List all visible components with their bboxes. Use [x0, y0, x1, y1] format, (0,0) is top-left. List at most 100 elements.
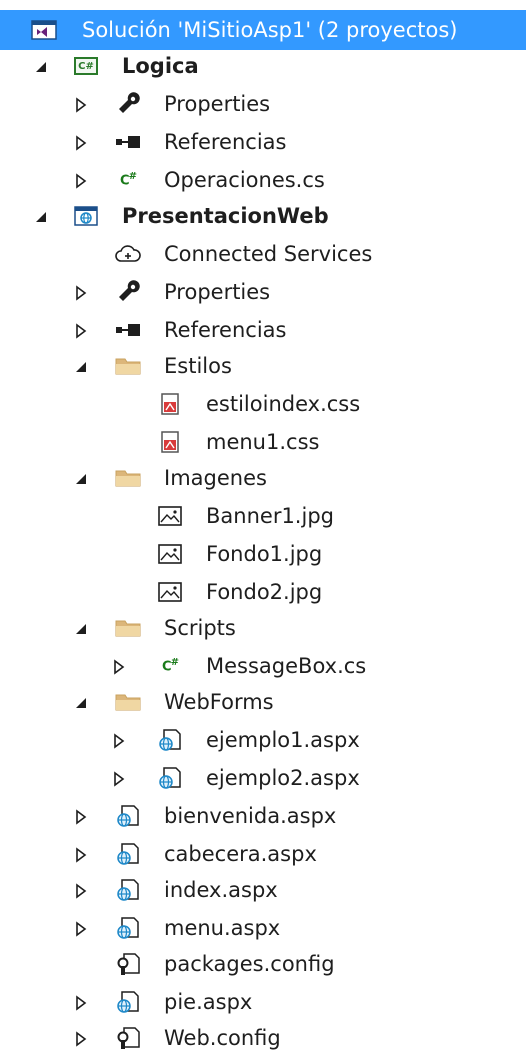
solution-node[interactable]: Solución 'MiSitioAsp1' (2 proyectos)	[0, 10, 526, 50]
expand-arrow-icon[interactable]	[72, 284, 90, 302]
collapse-arrow-icon[interactable]	[72, 470, 90, 488]
tree-node-label: Referencias	[164, 318, 287, 342]
expand-arrow-icon[interactable]	[72, 322, 90, 340]
tree-node-label: Properties	[164, 280, 271, 304]
tree-node-label: Web.config	[164, 1026, 281, 1050]
aspx-file-icon	[156, 764, 184, 792]
tree-node-label: menu1.css	[206, 430, 320, 454]
tree-node-label: Operaciones.cs	[164, 168, 325, 192]
expand-arrow-icon[interactable]	[110, 658, 128, 676]
tree-node[interactable]: C# Operaciones.cs	[0, 162, 526, 199]
visual-studio-solution-icon	[30, 16, 58, 44]
tree-node-label: cabecera.aspx	[164, 842, 317, 866]
tree-node-label: bienvenida.aspx	[164, 804, 337, 828]
expand-arrow-icon[interactable]	[110, 770, 128, 788]
tree-node[interactable]: menu1.css	[0, 424, 526, 461]
tree-node-label: Connected Services	[164, 242, 373, 266]
expand-arrow-icon[interactable]	[72, 96, 90, 114]
tree-node-label: packages.config	[164, 952, 335, 976]
expand-arrow-icon[interactable]	[72, 846, 90, 864]
tree-node[interactable]: pie.aspx	[0, 984, 526, 1021]
tree-node[interactable]: Fondo2.jpg	[0, 574, 526, 611]
expand-arrow-icon[interactable]	[72, 1030, 90, 1048]
aspx-file-icon	[114, 988, 142, 1016]
expand-arrow-icon[interactable]	[72, 882, 90, 900]
tree-node[interactable]: Connected Services	[0, 236, 526, 273]
css-file-icon	[156, 428, 184, 456]
aspx-file-icon	[156, 726, 184, 754]
tree-node[interactable]: menu.aspx	[0, 910, 526, 947]
collapse-arrow-icon[interactable]	[72, 694, 90, 712]
folder-icon	[114, 688, 142, 716]
tree-node-label: Imagenes	[164, 466, 267, 490]
tree-node[interactable]: Properties	[0, 274, 526, 311]
solution-label: Solución 'MiSitioAsp1' (2 proyectos)	[82, 17, 458, 42]
connected-services-icon	[114, 240, 142, 268]
tree-node[interactable]: PresentacionWeb	[0, 198, 526, 235]
tree-node-label: Banner1.jpg	[206, 504, 334, 528]
tree-node[interactable]: packages.config	[0, 946, 526, 983]
tree-node[interactable]: bienvenida.aspx	[0, 798, 526, 835]
csharp-file-icon: C#	[120, 171, 137, 189]
tree-node-label: Referencias	[164, 130, 287, 154]
tree-node[interactable]: Web.config	[0, 1020, 526, 1057]
tree-node[interactable]: index.aspx	[0, 872, 526, 909]
tree-node-label: index.aspx	[164, 878, 278, 902]
aspx-file-icon	[114, 802, 142, 830]
tree-node-label: estiloindex.css	[206, 392, 361, 416]
expand-arrow-icon[interactable]	[72, 920, 90, 938]
tree-node[interactable]: Referencias	[0, 124, 526, 161]
expand-arrow-icon[interactable]	[110, 732, 128, 750]
tree-node-label: ejemplo2.aspx	[206, 766, 360, 790]
tree-node[interactable]: WebForms	[0, 684, 526, 721]
tree-node[interactable]: Banner1.jpg	[0, 498, 526, 535]
tree-node[interactable]: ejemplo2.aspx	[0, 760, 526, 797]
tree-node[interactable]: Imagenes	[0, 460, 526, 497]
collapse-arrow-icon[interactable]	[72, 358, 90, 376]
tree-node-label: Scripts	[164, 616, 236, 640]
aspx-file-icon	[114, 840, 142, 868]
expand-arrow-icon[interactable]	[72, 994, 90, 1012]
csharp-project-icon: C#	[72, 52, 100, 80]
image-file-icon	[156, 540, 184, 568]
tree-node-label: ejemplo1.aspx	[206, 728, 360, 752]
expand-arrow-icon[interactable]	[72, 134, 90, 152]
tree-node-label: menu.aspx	[164, 916, 281, 940]
tree-node-label: MessageBox.cs	[206, 654, 367, 678]
tree-node-label: Fondo2.jpg	[206, 580, 323, 604]
tree-node[interactable]: Estilos	[0, 348, 526, 385]
tree-node[interactable]: Scripts	[0, 610, 526, 647]
references-icon	[114, 128, 142, 156]
wrench-icon	[114, 278, 142, 306]
tree-node-label: PresentacionWeb	[122, 204, 329, 228]
tree-node-label: Properties	[164, 92, 271, 116]
csharp-file-icon: C#	[162, 657, 179, 675]
web-project-icon	[72, 202, 100, 230]
collapse-arrow-icon[interactable]	[72, 620, 90, 638]
tree-node-label: Estilos	[164, 354, 232, 378]
tree-node-label: Logica	[122, 54, 199, 78]
aspx-file-icon	[114, 914, 142, 942]
tree-node[interactable]: Properties	[0, 86, 526, 123]
tree-node[interactable]: C# Logica	[0, 48, 526, 85]
config-file-icon	[114, 950, 142, 978]
tree-node[interactable]: estiloindex.css	[0, 386, 526, 423]
tree-node[interactable]: ejemplo1.aspx	[0, 722, 526, 759]
tree-node[interactable]: Referencias	[0, 312, 526, 349]
tree-node[interactable]: C# MessageBox.cs	[0, 648, 526, 685]
tree-node-label: pie.aspx	[164, 990, 253, 1014]
image-file-icon	[156, 502, 184, 530]
wrench-icon	[114, 90, 142, 118]
aspx-file-icon	[114, 876, 142, 904]
expand-arrow-icon[interactable]	[72, 172, 90, 190]
folder-icon	[114, 352, 142, 380]
tree-node[interactable]: Fondo1.jpg	[0, 536, 526, 573]
css-file-icon	[156, 390, 184, 418]
expand-arrow-icon[interactable]	[72, 808, 90, 826]
collapse-arrow-icon[interactable]	[32, 208, 50, 226]
references-icon	[114, 316, 142, 344]
collapse-arrow-icon[interactable]	[32, 58, 50, 76]
image-file-icon	[156, 578, 184, 606]
config-file-icon	[114, 1024, 142, 1052]
tree-node[interactable]: cabecera.aspx	[0, 836, 526, 873]
